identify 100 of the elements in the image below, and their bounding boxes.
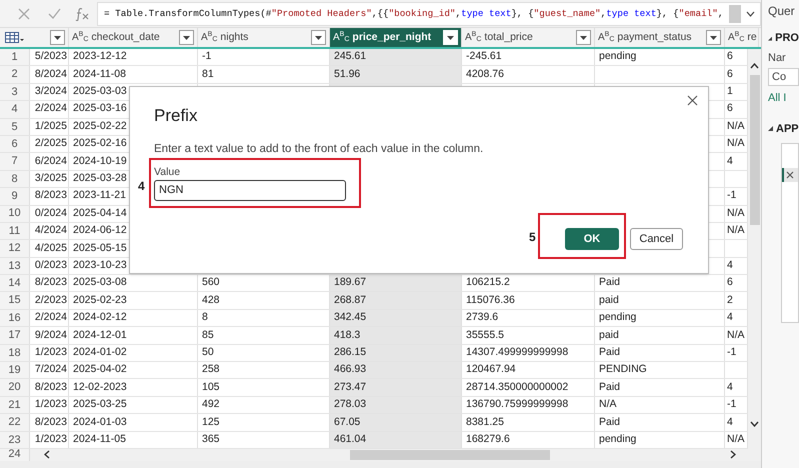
chevron-down-icon[interactable] [750, 421, 759, 427]
function-icon[interactable] [75, 6, 91, 20]
ok-button[interactable]: OK [565, 228, 619, 250]
table-cell-text: 2025-02-23 [73, 292, 127, 308]
table-cell-text: 2024-11-08 [73, 66, 126, 82]
table-cell-text: 2025-05-15 [73, 240, 127, 256]
dropdown-button[interactable] [706, 30, 721, 45]
table-cell-text: Paid [599, 380, 620, 395]
dropdown-button[interactable] [179, 30, 194, 45]
close-icon[interactable] [687, 95, 698, 106]
column-header[interactable]: A$^{B}$$_{C}$ checkout_date [69, 28, 198, 47]
table-icon[interactable] [5, 32, 25, 44]
row-number: 7 [0, 153, 30, 170]
table-cell-text: 7/2024 [34, 362, 67, 378]
table-cell-text: 106215.2 [466, 275, 510, 290]
delete-icon[interactable] [786, 171, 794, 179]
chevron-right-icon[interactable] [730, 450, 736, 460]
table-cell-text: 2025-03-08 [73, 275, 127, 290]
table-cell-text: N/A [727, 223, 745, 238]
row-number: 11 [0, 222, 30, 240]
name-field[interactable]: Co [768, 68, 799, 86]
collapse-icon[interactable] [768, 126, 773, 132]
dropdown-button[interactable] [576, 30, 591, 45]
step-number: 4 [138, 178, 145, 195]
table-cell-text: 245.61 [334, 49, 366, 64]
collapse-icon[interactable] [768, 36, 772, 41]
vertical-scrollbar[interactable] [748, 49, 761, 461]
dropdown-button[interactable] [50, 30, 65, 45]
table-cell-text: 2025-03-03 [73, 84, 127, 100]
row-number: 1 [0, 49, 30, 66]
table-cell-text: 278.03 [334, 397, 366, 412]
table-cell-text: 2024-11-05 [73, 432, 126, 447]
column-header[interactable]: A$^{B}$$_{C}$ price_per_night [330, 28, 462, 47]
table-cell-text: 258 [202, 362, 220, 378]
row-number: 12 [0, 240, 30, 257]
table-cell-text: 2024-01-03 [73, 414, 127, 430]
cancel-button[interactable]: Cancel [630, 228, 683, 250]
table-cell-text: 4 [727, 310, 733, 326]
table-cell-text: 136790.75999999998 [466, 397, 568, 412]
table-cell-text: 2025-02-22 [73, 118, 127, 134]
table-cell-text: N/A [727, 136, 745, 152]
table-cell-text: 2024-01-02 [73, 344, 127, 360]
table-cell-text: 268.87 [334, 292, 366, 308]
table-cell-text: 0/2023 [34, 258, 67, 273]
table-cell-text: 8/2023 [34, 414, 67, 430]
properties-link[interactable]: All I [768, 90, 799, 106]
caret-icon [710, 36, 717, 40]
table-cell-text: Paid [599, 275, 620, 290]
panel-title: Quer [768, 3, 796, 20]
table-cell-text: N/A [599, 397, 617, 412]
table-cell-text: 2/2024 [34, 101, 67, 116]
row-number: 17 [0, 327, 30, 344]
row-number: 5 [0, 118, 30, 135]
table-cell-text: 4 [727, 258, 733, 273]
table-cell-text: 50 [202, 344, 214, 360]
table-cell-text: 273.47 [334, 380, 366, 395]
chevron-down-icon[interactable] [746, 10, 755, 16]
table-cell-text: 1/2025 [34, 118, 67, 134]
table-cell-text: 8381.25 [466, 414, 504, 430]
column-name: total_price [484, 30, 533, 45]
column-header[interactable]: A$^{B}$$_{C}$ nights [198, 28, 330, 47]
chevron-up-icon[interactable] [750, 63, 759, 69]
chevron-left-icon[interactable] [44, 450, 50, 460]
dropdown-button[interactable] [311, 30, 326, 45]
caret-icon [315, 36, 322, 40]
table-cell-text: 560 [202, 275, 220, 290]
table-cell-text: 3/2025 [34, 171, 67, 186]
table-cell-text: 125 [202, 414, 220, 430]
table-cell-text: 1 [727, 84, 733, 100]
table-cell-text: pending [599, 310, 636, 326]
table-cell-text: -1 [727, 188, 736, 204]
table-cell-text: 286.15 [334, 344, 366, 360]
value-field[interactable]: NGN [154, 180, 346, 201]
formula-field[interactable]: = Table.TransformColumnTypes(#"Promoted Headers",{{"booking_id",type text}, {"guest_name",type text}, {"email", [97, 2, 761, 26]
check-icon[interactable] [48, 8, 61, 19]
table-cell-text: 2024-10-19 [73, 154, 127, 169]
table-cell-text: 2025-03-16 [73, 101, 127, 116]
table-cell-text: 2 [727, 292, 733, 308]
caret-icon [580, 36, 587, 40]
row-number: 2 [0, 66, 30, 83]
table-cell-text: 2023-12-12 [73, 49, 127, 64]
row-number: 10 [0, 206, 30, 222]
table-cell-text: 4 [727, 154, 733, 169]
table-cell-text: 2025-04-02 [73, 362, 127, 378]
table-cell-text: N/A [727, 206, 745, 221]
table-cell-text: 51.96 [334, 66, 360, 82]
dialog-title: Prefix [154, 105, 198, 127]
column-header[interactable]: A$^{B}$$_{C}$ re [725, 28, 759, 47]
table-cell-text: 85 [202, 328, 214, 343]
column-name: checkout_date [91, 30, 160, 45]
table-cell-text: 2739.6 [466, 310, 498, 326]
table-cell-text: 6 [727, 49, 733, 64]
table-cell-text: 189.67 [334, 275, 366, 290]
column-header[interactable]: A$^{B}$$_{C}$ total_price [462, 28, 595, 47]
scroll-thumb[interactable] [729, 4, 741, 22]
row-number: 16 [0, 310, 30, 326]
column-header[interactable]: A$^{B}$$_{C}$ payment_status [595, 28, 725, 47]
step-number: 5 [529, 229, 536, 246]
table-cell-text: 342.45 [334, 310, 366, 326]
row-number: 22 [0, 414, 30, 431]
